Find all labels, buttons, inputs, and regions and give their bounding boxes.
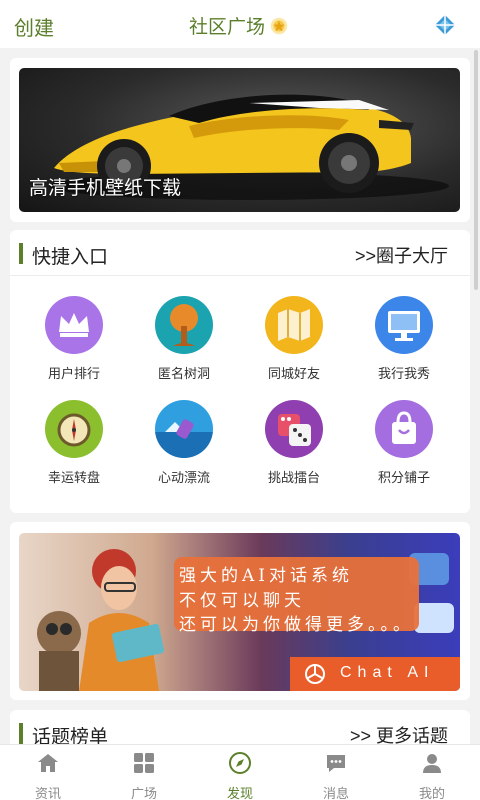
compass-icon	[229, 752, 251, 774]
ai-line-3: 还可以为你做得更多。。。	[179, 615, 414, 635]
user-icon	[423, 754, 441, 773]
bag-icon	[375, 400, 433, 458]
ai-line-2: 不仅可以聊天	[179, 591, 305, 611]
bottom-tab-bar: 资讯 广场 发现 消息 我的	[0, 744, 480, 800]
tab-news[interactable]: 资讯	[0, 745, 96, 800]
wallpaper-banner[interactable]: 高清手机壁纸下载	[19, 68, 460, 212]
quick-item-label: 匿名树洞	[157, 366, 210, 381]
quick-item-points-shop[interactable]: 积分铺子	[349, 400, 459, 486]
dice-icon	[265, 400, 323, 458]
quick-entry-card: 快捷入口 >>圈子大厅 用户排行 匿名树洞 同城好友 我行我秀 幸运转盘 心动漂…	[10, 230, 470, 513]
top-header: 创建 社区广场	[0, 0, 480, 48]
section-accent-bar	[19, 243, 23, 264]
quick-item-lucky-wheel[interactable]: 幸运转盘	[19, 400, 129, 486]
openai-logo-icon	[305, 664, 325, 684]
quick-item-label: 同城好友	[267, 366, 320, 381]
create-button[interactable]: 创建	[14, 12, 54, 41]
quick-item-local-friends[interactable]: 同城好友	[239, 296, 349, 382]
chat-ai-badge[interactable]: Chat AI	[290, 657, 460, 691]
tab-square[interactable]: 广场	[96, 745, 192, 800]
tab-messages[interactable]: 消息	[288, 745, 384, 800]
quick-item-label: 我行我秀	[377, 366, 430, 381]
quick-item-challenge-arena[interactable]: 挑战擂台	[239, 400, 349, 486]
page-title-wrap: 社区广场	[189, 12, 290, 39]
quick-item-user-rank[interactable]: 用户排行	[19, 296, 129, 382]
ai-banner[interactable]: 强大的AI对话系统 不仅可以聊天 还可以为你做得更多。。。 Chat AI	[19, 533, 460, 691]
quick-item-label: 积分铺子	[377, 470, 430, 485]
quick-entry-title: 快捷入口	[32, 247, 109, 268]
tree-icon	[155, 296, 213, 354]
quick-item-label: 幸运转盘	[47, 470, 100, 485]
menu-icon[interactable]	[434, 14, 456, 36]
crown-icon	[45, 296, 103, 354]
message-icon	[327, 755, 345, 772]
grid-icon	[134, 753, 154, 773]
quick-item-show-yourself[interactable]: 我行我秀	[349, 296, 459, 382]
wallpaper-banner-card: 高清手机壁纸下载	[10, 58, 470, 222]
ai-line-1: 强大的AI对话系统	[179, 566, 353, 586]
map-icon	[265, 296, 323, 354]
tab-discover[interactable]: 发现	[192, 745, 288, 800]
monitor-icon	[375, 296, 433, 354]
tab-me[interactable]: 我的	[384, 745, 480, 800]
compass-icon	[45, 400, 103, 458]
tab-label: 发现	[226, 786, 253, 800]
circle-hall-link[interactable]: >>圈子大厅	[355, 242, 448, 268]
quick-item-label: 用户排行	[47, 366, 100, 381]
banner-caption: 高清手机壁纸下载	[29, 178, 182, 199]
tab-label: 消息	[322, 786, 349, 800]
tab-label: 广场	[130, 786, 157, 800]
sun-star-icon	[270, 17, 288, 34]
tab-label: 我的	[418, 786, 445, 800]
ai-banner-card: 强大的AI对话系统 不仅可以聊天 还可以为你做得更多。。。 Chat AI	[10, 522, 470, 700]
tab-label: 资讯	[34, 786, 61, 800]
bottle-icon	[155, 400, 213, 458]
chat-ai-label: Chat AI	[340, 664, 435, 681]
page-title: 社区广场	[189, 17, 266, 38]
quick-item-tree-hole[interactable]: 匿名树洞	[129, 296, 239, 382]
quick-item-label: 挑战擂台	[267, 470, 320, 485]
section-accent-bar	[19, 723, 23, 744]
scrollbar[interactable]	[474, 50, 478, 290]
quick-item-label: 心动漂流	[157, 470, 210, 485]
home-icon	[38, 754, 58, 772]
quick-entry-header: 快捷入口 >>圈子大厅	[10, 230, 470, 276]
quick-item-drift-bottle[interactable]: 心动漂流	[129, 400, 239, 486]
